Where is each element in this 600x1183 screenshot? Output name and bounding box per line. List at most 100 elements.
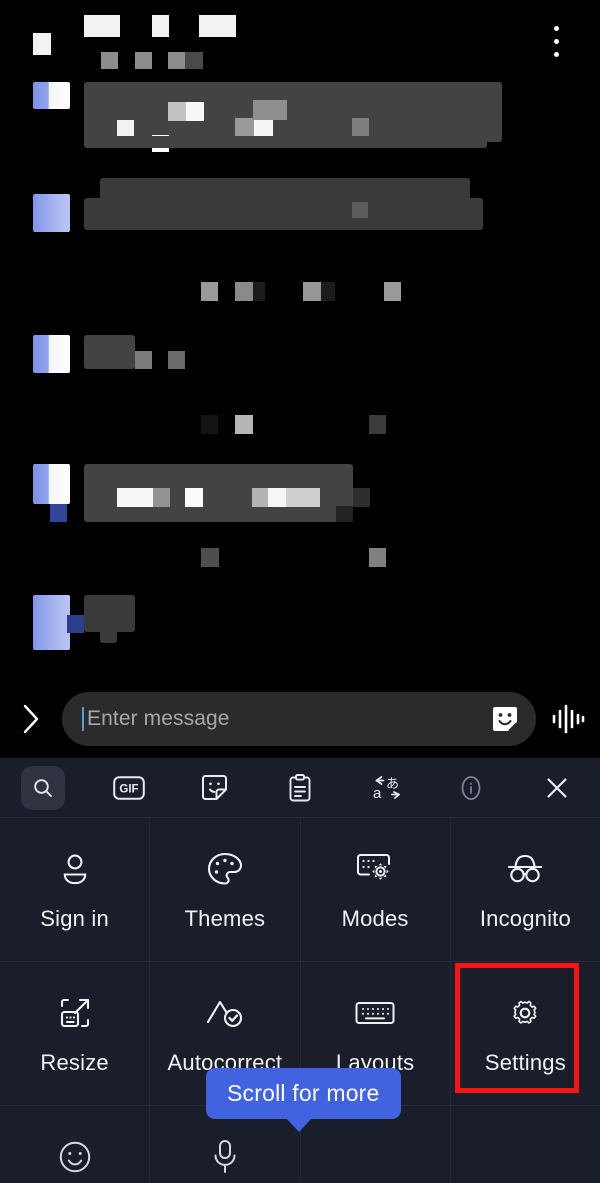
clipboard-icon [278, 766, 322, 810]
message-row [0, 462, 600, 522]
message-bubble[interactable] [84, 198, 483, 230]
redaction-chip [185, 488, 203, 507]
redaction-chip [303, 282, 321, 301]
menu-item-label: Sign in [40, 905, 109, 931]
redaction-chip [384, 282, 401, 301]
redaction-chip [336, 506, 353, 522]
redaction-chip [286, 488, 320, 507]
keyboard-toolbar: GIF a あ [0, 758, 600, 818]
redaction-chip [135, 351, 152, 369]
close-icon [535, 766, 579, 810]
redaction-chip [369, 548, 386, 567]
header-redaction-block [152, 15, 169, 37]
kebab-menu-icon[interactable] [554, 26, 562, 64]
redaction-chip [235, 118, 254, 137]
redaction-chip [321, 282, 335, 301]
menu-item-incognito[interactable]: Incognito [451, 818, 600, 961]
sticker-icon [192, 766, 236, 810]
redaction-chip [253, 100, 287, 120]
redaction-chip [253, 282, 265, 301]
gear-icon [507, 992, 543, 1034]
message-input-placeholder: Enter message [87, 707, 230, 730]
menu-item-label: Incognito [479, 905, 571, 931]
redaction-chip [254, 118, 273, 137]
message-row [0, 330, 600, 380]
redaction-chip [117, 120, 134, 137]
incognito-icon [503, 848, 547, 890]
avatar [33, 464, 70, 504]
redaction-chip [168, 102, 186, 121]
svg-text:a: a [373, 785, 382, 802]
message-bubble[interactable] [84, 335, 135, 369]
microphone-icon [211, 1136, 239, 1178]
redaction-strip [0, 415, 600, 439]
menu-item-modes[interactable]: Modes [301, 818, 451, 961]
header-redaction-block [135, 52, 152, 69]
redaction-chip [186, 102, 204, 121]
voice-waveform-icon[interactable] [536, 702, 600, 736]
sticker-icon[interactable] [486, 700, 524, 738]
menu-item-settings[interactable]: Settings [451, 962, 600, 1105]
redaction-chip [353, 488, 370, 507]
chevron-right-icon[interactable] [0, 702, 62, 736]
toolbar-translate-button[interactable]: a あ [343, 758, 429, 818]
toolbar-search-button[interactable] [0, 758, 86, 818]
text-caret [82, 707, 84, 731]
menu-item-label: Modes [341, 905, 409, 931]
menu-item-sign-in[interactable]: Sign in [0, 818, 151, 961]
message-bubble-tail [100, 628, 117, 643]
message-bubble-tail [84, 136, 487, 148]
redaction-chip [352, 118, 369, 137]
redaction-chip [235, 415, 253, 434]
menu-item-empty[interactable] [451, 1106, 600, 1183]
header-redaction-block [168, 52, 185, 69]
header-redaction-block [199, 15, 236, 37]
message-bubble[interactable] [84, 82, 502, 142]
redaction-chip [235, 282, 253, 301]
tooltip-arrow [286, 1118, 312, 1132]
svg-text:あ: あ [386, 777, 399, 792]
message-bubble[interactable] [84, 595, 135, 632]
avatar [33, 82, 70, 109]
menu-item-label: Themes [184, 905, 266, 931]
menu-item-resize[interactable]: Resize [0, 962, 151, 1105]
scroll-for-more-tooltip: Scroll for more [206, 1068, 401, 1132]
chat-conversation-area [0, 0, 600, 760]
menu-item-themes[interactable]: Themes [150, 818, 301, 961]
toolbar-info-button[interactable] [429, 758, 515, 818]
redaction-chip [201, 415, 218, 434]
avatar [33, 194, 70, 232]
message-input-bar: Enter message [0, 680, 600, 758]
redaction-chip [352, 202, 368, 218]
redaction-chip [369, 415, 386, 434]
redaction-chip [168, 351, 185, 369]
tooltip-text: Scroll for more [206, 1068, 401, 1119]
message-input-field[interactable]: Enter message [62, 692, 536, 746]
menu-item-emoji[interactable] [0, 1106, 151, 1183]
message-row [0, 178, 600, 238]
redaction-strip [0, 282, 600, 306]
toolbar-clipboard-button[interactable] [257, 758, 343, 818]
redaction-chip [117, 488, 153, 507]
redaction-chip [153, 488, 170, 507]
header-redaction-block [185, 52, 203, 69]
header-redaction-block [33, 33, 51, 55]
gif-label: GIF [119, 783, 138, 795]
info-icon [449, 766, 493, 810]
menu-item-label: Settings [484, 1049, 566, 1075]
phone-screen: Enter message GIF a あ Sign in Themes Mod… [0, 0, 600, 1183]
redaction-chip [201, 282, 218, 301]
autocorrect-check-icon [204, 992, 246, 1034]
search-icon [20, 765, 65, 810]
gif-icon: GIF [107, 766, 151, 810]
menu-item-label: Resize [40, 1049, 109, 1075]
toolbar-close-button[interactable] [514, 758, 600, 818]
avatar [33, 595, 70, 650]
palette-icon [206, 848, 244, 890]
menu-row: Sign in Themes Modes Incognito [0, 818, 600, 962]
redaction-strip [0, 548, 600, 572]
toolbar-stickers-button[interactable] [171, 758, 257, 818]
avatar-accent [50, 504, 67, 522]
toolbar-gif-button[interactable]: GIF [86, 758, 172, 818]
person-icon [58, 848, 92, 890]
